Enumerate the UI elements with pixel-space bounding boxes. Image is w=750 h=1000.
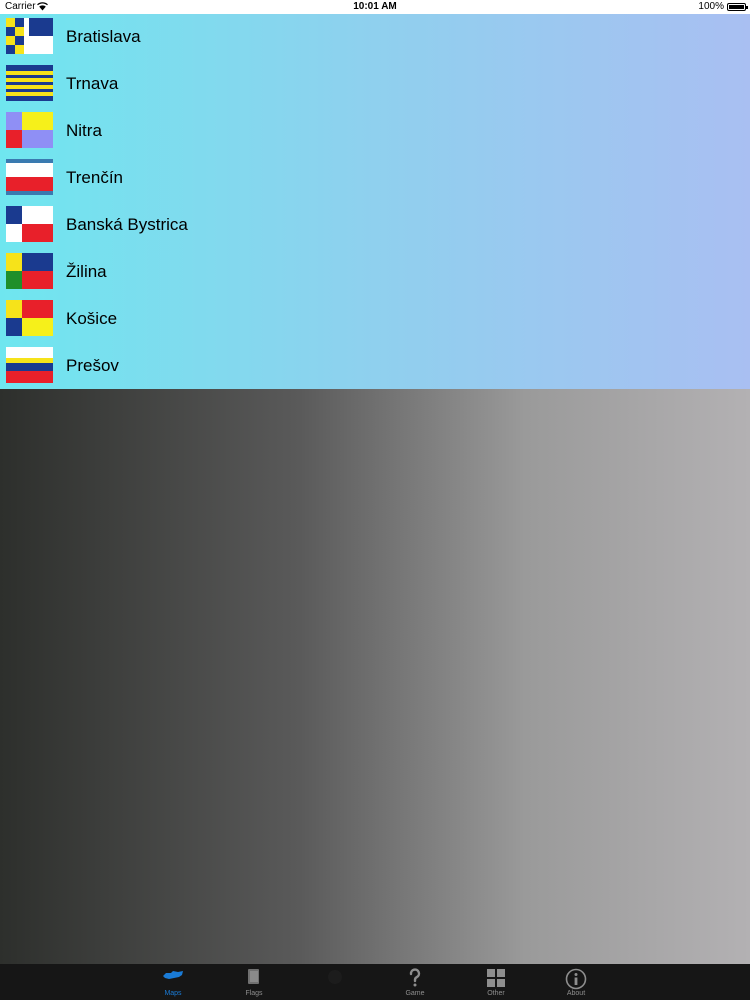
tab-other[interactable]: Other (466, 964, 526, 1000)
tab-label: Game (405, 990, 425, 997)
region-row-zilina[interactable]: Žilina (0, 249, 750, 296)
region-list: Bratislava Trnava Nitra Trenčín Banská B… (0, 14, 750, 389)
question-icon (409, 968, 421, 987)
region-row-banska-bystrica[interactable]: Banská Bystrica (0, 202, 750, 249)
region-row-nitra[interactable]: Nitra (0, 108, 750, 155)
region-name: Prešov (66, 356, 119, 375)
presov-flag-icon (6, 347, 53, 383)
grid-icon (487, 969, 505, 987)
battery-icon (727, 3, 748, 11)
zilina-flag-icon (6, 253, 53, 289)
tab-label: Other (487, 990, 505, 997)
kosice-flag-icon (6, 300, 53, 336)
hidden-icon (328, 970, 342, 984)
tab-hidden[interactable] (305, 964, 365, 1000)
banska-bystrica-flag-icon (6, 206, 53, 242)
tab-about[interactable]: About (546, 964, 606, 1000)
region-name: Bratislava (66, 27, 141, 46)
region-row-presov[interactable]: Prešov (0, 343, 750, 390)
content-background (0, 389, 750, 964)
bratislava-flag-icon (6, 18, 53, 54)
tab-flags[interactable]: Flags (224, 964, 284, 1000)
tab-label: About (566, 990, 586, 997)
trnava-flag-icon (6, 65, 53, 101)
battery-percentage: 100% (698, 1, 724, 12)
tab-game[interactable]: Game (385, 964, 445, 1000)
region-name: Trnava (66, 74, 119, 93)
region-row-trnava[interactable]: Trnava (0, 61, 750, 108)
tab-label: Maps (164, 990, 182, 997)
map-icon (163, 971, 183, 979)
region-name: Banská Bystrica (66, 215, 188, 234)
region-name: Trenčín (66, 168, 124, 187)
region-row-bratislava[interactable]: Bratislava (0, 14, 750, 61)
region-row-trencin[interactable]: Trenčín (0, 155, 750, 202)
tab-label: Flags (245, 990, 263, 997)
clock: 10:01 AM (353, 1, 397, 12)
tab-maps[interactable]: Maps (143, 964, 203, 1000)
region-name: Nitra (66, 121, 102, 140)
book-icon (248, 969, 259, 984)
region-name: Žilina (66, 262, 107, 281)
info-icon (565, 968, 587, 990)
region-name: Košice (66, 309, 118, 328)
status-bar: Carrier 10:01 AM 100% (0, 0, 750, 14)
nitra-flag-icon (6, 112, 53, 148)
tab-bar: Maps Flags Game Other About (0, 964, 750, 1000)
region-row-kosice[interactable]: Košice (0, 296, 750, 343)
trencin-flag-icon (6, 159, 53, 195)
